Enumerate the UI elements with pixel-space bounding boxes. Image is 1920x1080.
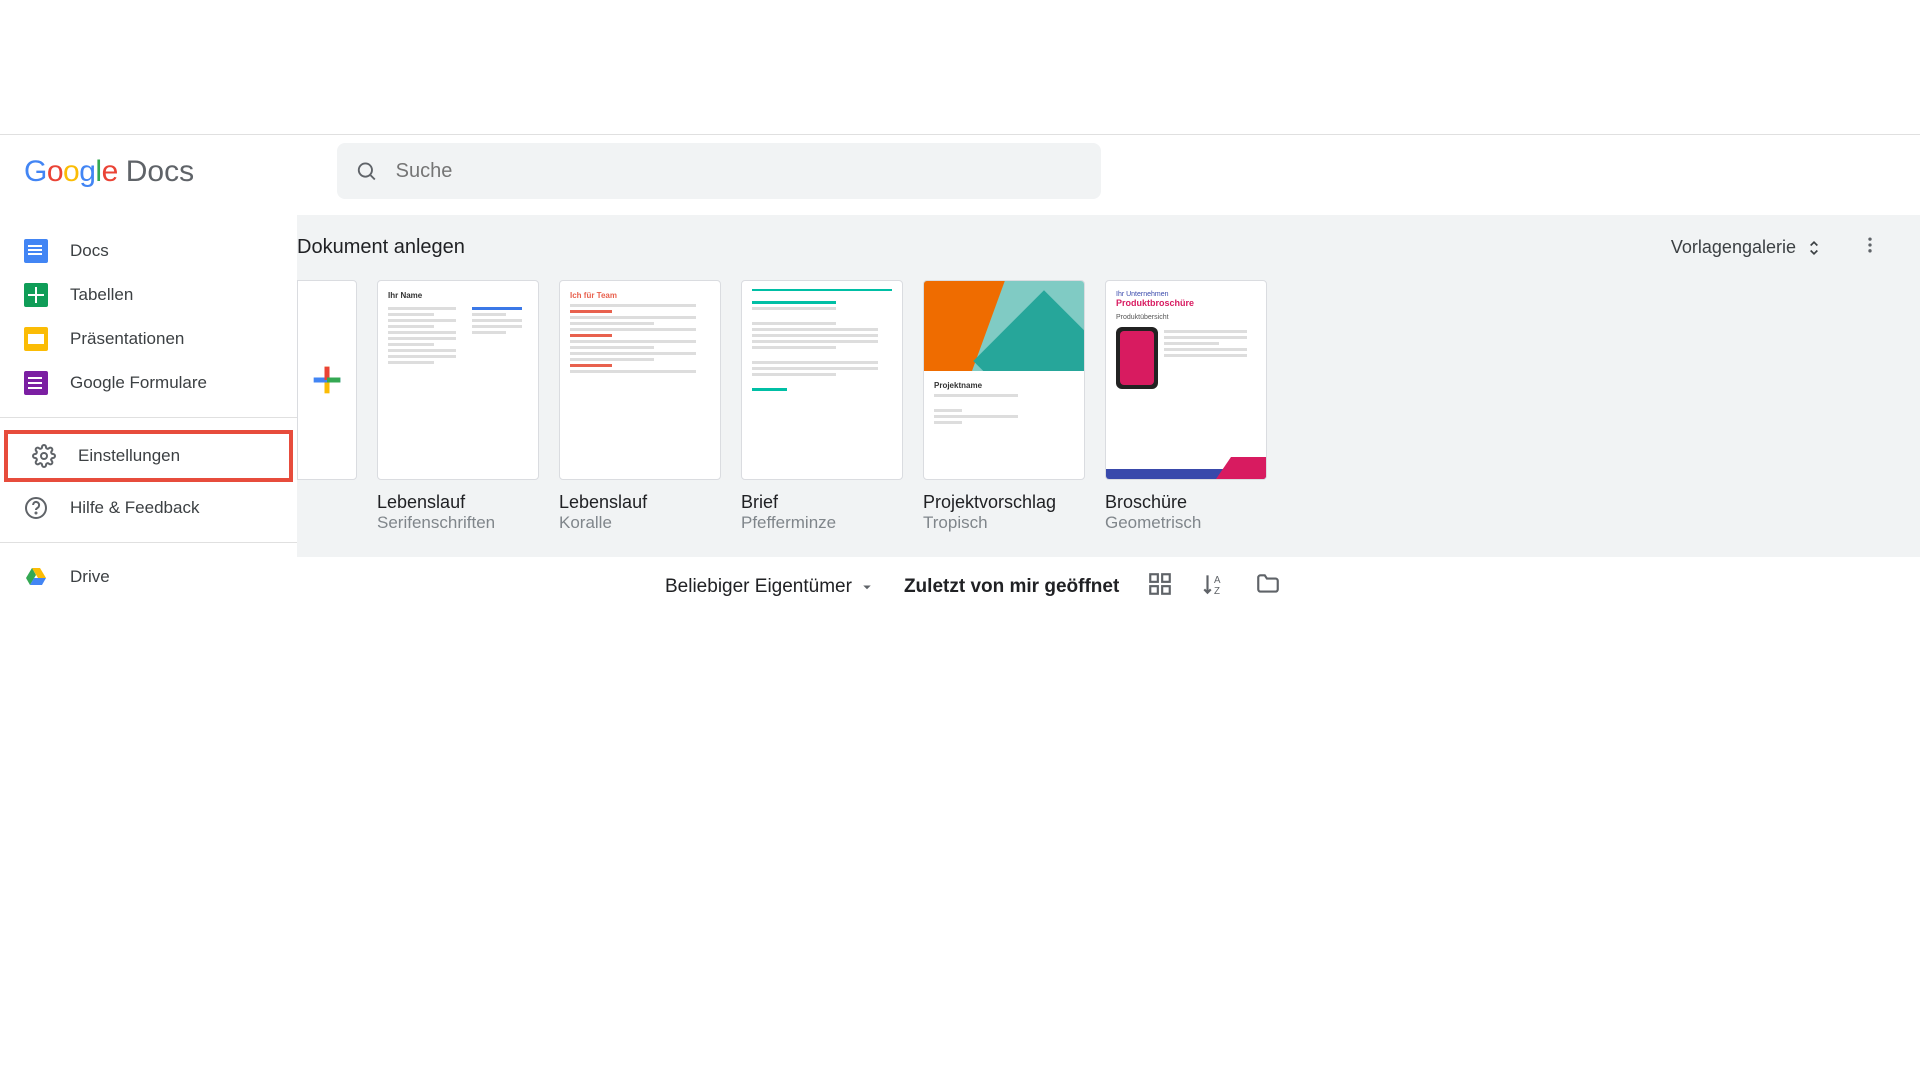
template-name: Lebenslauf [377,492,539,513]
template-name: Projektvorschlag [923,492,1085,513]
thumb-title: Ihr Name [388,291,528,300]
template-subtitle: Serifenschriften [377,513,539,533]
templates-title: Dokument anlegen [297,236,465,259]
brand-logo[interactable]: Google Docs [0,155,297,189]
template-card-brochure-geometric: Ihr Unternehmen Produktbroschüre Produkt… [1105,280,1267,533]
templates-section: Dokument anlegen Vorlagengalerie Ihr Nam… [297,215,1920,557]
templates-header: Dokument anlegen Vorlagengalerie [297,231,1920,264]
thumb-title: Projektname [934,381,1074,390]
slides-icon [24,327,48,351]
new-blank-document[interactable] [297,280,357,480]
templates-row: Ihr Name Lebenslauf Serifenschriften Ich… [297,264,1920,533]
template-subtitle: Tropisch [923,513,1085,533]
template-name: Lebenslauf [559,492,721,513]
sidebar: Google Docs Docs Tabellen Präsentationen… [0,135,297,1080]
sidebar-item-slides[interactable]: Präsentationen [0,317,297,361]
sidebar-item-docs[interactable]: Docs [0,229,297,273]
sort-label: Zuletzt von mir geöffnet [904,576,1119,597]
template-subtitle: Geometrisch [1105,513,1267,533]
sidebar-item-forms[interactable]: Google Formulare [0,361,297,405]
template-thumbnail[interactable] [741,280,903,480]
sidebar-item-label: Einstellungen [78,446,180,466]
sidebar-item-sheets[interactable]: Tabellen [0,273,297,317]
highlight-annotation: Einstellungen [4,430,293,482]
thumb-title: Ich für Team [570,291,710,300]
sidebar-item-label: Präsentationen [70,329,184,349]
template-card-project-proposal: Projektname Projektvorschlag Tropisch [923,280,1085,533]
template-thumbnail[interactable]: Ihr Name [377,280,539,480]
unfold-icon [1804,238,1824,258]
template-thumbnail[interactable]: Ich für Team [559,280,721,480]
forms-icon [24,371,48,395]
sidebar-item-settings[interactable]: Einstellungen [8,434,289,478]
thumb-title: Produktbroschüre [1116,298,1256,308]
template-subtitle: Koralle [559,513,721,533]
open-file-picker-button[interactable] [1255,571,1281,602]
sidebar-item-label: Drive [70,567,110,587]
template-thumbnail[interactable]: Projektname [923,280,1085,480]
dropdown-arrow-icon [858,578,876,596]
plus-icon [307,360,347,400]
google-wordmark: Google [24,155,118,189]
sidebar-item-label: Docs [70,241,109,261]
help-icon [24,496,48,520]
folder-icon [1255,571,1281,597]
template-subtitle: Pfefferminze [741,513,903,533]
list-controls: Beliebiger Eigentümer Zuletzt von mir ge… [297,557,1920,616]
template-name: Brief [741,492,903,513]
main-layout: Google Docs Docs Tabellen Präsentationen… [0,135,1920,1080]
template-card-resume-coral: Ich für Team Lebenslauf Koralle [559,280,721,533]
divider [0,417,297,418]
more-options-button[interactable] [1860,235,1880,260]
template-card-letter-mint: Brief Pfefferminze [741,280,903,533]
sidebar-item-label: Hilfe & Feedback [70,498,199,518]
owner-filter-label: Beliebiger Eigentümer [665,576,852,598]
search-input[interactable] [396,160,1083,183]
owner-filter-dropdown[interactable]: Beliebiger Eigentümer [665,576,876,598]
search-box[interactable] [337,143,1101,199]
sort-az-button[interactable]: AZ [1201,571,1227,602]
template-name: Broschüre [1105,492,1267,513]
gear-icon [32,444,56,468]
divider [0,542,297,543]
drive-icon [24,565,48,589]
grid-icon [1147,571,1173,597]
more-vert-icon [1860,235,1880,255]
app-name: Docs [126,155,194,189]
svg-text:Z: Z [1214,586,1220,597]
sort-az-icon: AZ [1201,571,1227,597]
grid-view-button[interactable] [1147,571,1173,602]
template-card-resume-serif: Ihr Name Lebenslauf Serifenschriften [377,280,539,533]
content: Dokument anlegen Vorlagengalerie Ihr Nam… [297,135,1920,1080]
template-gallery-button[interactable]: Vorlagengalerie [1659,231,1836,264]
sort-button[interactable]: Zuletzt von mir geöffnet [904,576,1119,598]
sidebar-item-label: Tabellen [70,285,133,305]
search-icon [355,159,378,183]
sidebar-item-drive[interactable]: Drive [0,555,297,599]
docs-icon [24,239,48,263]
top-whitespace [0,0,1920,135]
template-gallery-label: Vorlagengalerie [1671,237,1796,258]
sidebar-item-help[interactable]: Hilfe & Feedback [0,486,297,530]
sidebar-item-label: Google Formulare [70,373,207,393]
search-row [297,135,1920,207]
sheets-icon [24,283,48,307]
svg-text:A: A [1214,575,1221,586]
template-thumbnail[interactable]: Ihr Unternehmen Produktbroschüre Produkt… [1105,280,1267,480]
